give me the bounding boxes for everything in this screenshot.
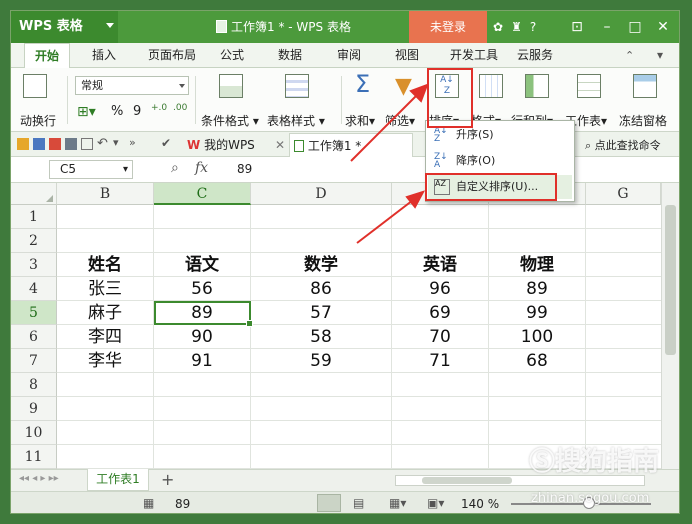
sogou-icon: Ⓢ	[528, 447, 555, 477]
arrowhead	[405, 190, 426, 209]
wps-window: WPS 表格 工作簿1 * - WPS 表格 未登录 ✿ ♜? ⊡ – □ ✕ 开…	[10, 10, 680, 514]
arrow-to-custom-sort	[356, 196, 418, 244]
arrow-to-sort	[350, 90, 422, 162]
annotation-arrows	[350, 83, 429, 244]
watermark-site: 搜狗指南	[554, 447, 659, 477]
watermark-url: zhinan.sogou.com	[531, 491, 650, 506]
watermark-logo: Ⓢ搜狗指南	[529, 441, 659, 478]
